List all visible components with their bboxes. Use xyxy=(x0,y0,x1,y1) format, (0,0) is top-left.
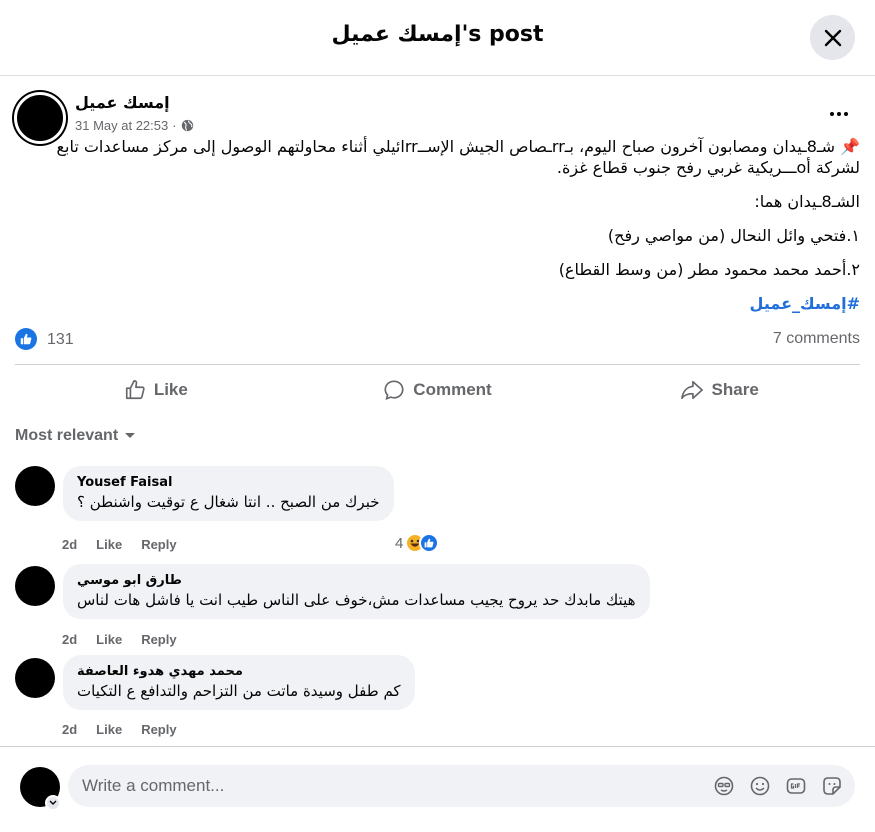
comment-reply-button[interactable]: Reply xyxy=(141,537,176,552)
sort-label: Most relevant xyxy=(15,427,119,444)
comment-reply-button[interactable]: Reply xyxy=(141,722,176,737)
comment-text: كم طفل وسيدة ماتت من التزاحم والتدافع ع … xyxy=(77,682,401,700)
comment-time[interactable]: 2d xyxy=(62,537,77,552)
dialog-header: إمسك عميل's post xyxy=(0,0,875,76)
post-meta: 31 May at 22:53 · xyxy=(75,118,194,133)
share-button-label: Share xyxy=(711,380,759,399)
comment-like-button[interactable]: Like xyxy=(96,632,122,647)
thumbs-up-icon xyxy=(20,333,32,345)
post-options-button[interactable] xyxy=(822,100,856,128)
more-dot xyxy=(830,112,834,116)
comment-icon xyxy=(384,380,404,401)
commenter-avatar[interactable] xyxy=(15,658,55,698)
comment-text: خبرك من الصبح .. انتا شغال ع توقيت واشنط… xyxy=(77,493,380,511)
comment-like-button[interactable]: Like xyxy=(96,722,122,737)
close-icon xyxy=(824,29,841,46)
comment-composer xyxy=(0,746,875,832)
post-paragraph: 📌 شـ8ـيدان ومصابون آخرون صباح اليوم، بـr… xyxy=(56,137,860,177)
post-paragraph: ٢.أحمد محمد محمود مطر (من وسط القطاع) xyxy=(558,260,860,279)
comment-input[interactable] xyxy=(68,765,688,807)
globe-icon xyxy=(181,119,193,132)
post-hashtag[interactable]: #إمسك_عميل xyxy=(30,293,860,314)
comment-button[interactable]: Comment xyxy=(297,372,579,408)
post-time[interactable]: 31 May at 22:53 xyxy=(75,118,168,133)
comment-bubble: طارق ابو موسي هيتك مابدك حد يروح يجيب مس… xyxy=(63,564,650,619)
like-reaction-icon xyxy=(419,533,440,553)
thumbs-up-icon xyxy=(125,380,145,400)
gif-icon[interactable] xyxy=(785,775,807,797)
comment-actions: 2d Like Reply xyxy=(62,722,177,737)
comment-reactions[interactable]: 4 xyxy=(395,533,440,553)
post-author[interactable]: إمسك عميل xyxy=(75,93,170,112)
meta-separator: · xyxy=(172,118,177,133)
reaction-count: 4 xyxy=(395,534,404,552)
chevron-down-icon[interactable] xyxy=(45,795,61,811)
post-body: 📌 شـ8ـيدان ومصابون آخرون صباح اليوم، بـr… xyxy=(30,136,860,314)
share-icon xyxy=(680,380,703,400)
post-stats: 131 7 comments xyxy=(15,328,860,352)
post-paragraph: الشـ8ـيدان هما: xyxy=(754,192,860,211)
comment-text: هيتك مابدك حد يروح يجيب مساعدات مش،خوف ع… xyxy=(77,591,636,609)
comment-actions: 2d Like Reply xyxy=(62,632,177,647)
like-button[interactable]: Like xyxy=(15,372,297,408)
like-count[interactable]: 131 xyxy=(47,331,74,349)
share-button[interactable]: Share xyxy=(578,372,860,408)
like-button-label: Like xyxy=(153,380,188,399)
composer-icons xyxy=(713,775,843,797)
comment-sort-dropdown[interactable]: Most relevant xyxy=(15,427,136,445)
more-dot xyxy=(837,112,841,116)
sticker-icon[interactable] xyxy=(821,775,843,797)
dialog-title: إمسك عميل's post xyxy=(331,22,544,47)
comment-bubble: Yousef Faisal خبرك من الصبح .. انتا شغال… xyxy=(63,466,394,521)
more-dot xyxy=(844,112,848,116)
commenter-name[interactable]: طارق ابو موسي xyxy=(77,573,636,588)
emoji-icon[interactable] xyxy=(749,775,771,797)
post-paragraph: ١.فتحي وائل النحال (من مواصي رفح) xyxy=(607,226,860,245)
commenter-avatar[interactable] xyxy=(15,466,55,506)
comment-actions: 2d Like Reply xyxy=(62,537,177,552)
commenter-name[interactable]: Yousef Faisal xyxy=(77,475,380,490)
comment-button-label: Comment xyxy=(413,380,492,399)
comment-count[interactable]: 7 comments xyxy=(773,330,860,348)
avatar-sticker-icon[interactable] xyxy=(713,775,735,797)
post-actions: Like Comment Share xyxy=(15,364,860,408)
comment-input-box xyxy=(68,765,855,807)
commenter-avatar[interactable] xyxy=(15,566,55,606)
commenter-name[interactable]: محمد مهدي هدوء العاصفة xyxy=(77,664,401,679)
caret-down-icon xyxy=(125,433,136,438)
comment-reply-button[interactable]: Reply xyxy=(141,632,176,647)
like-reaction-icon[interactable] xyxy=(15,328,37,350)
comment-like-button[interactable]: Like xyxy=(96,537,122,552)
comment-time[interactable]: 2d xyxy=(62,632,77,647)
close-button[interactable] xyxy=(810,15,855,60)
comment-bubble: محمد مهدي هدوء العاصفة كم طفل وسيدة ماتت… xyxy=(63,655,415,710)
comment-time[interactable]: 2d xyxy=(62,722,77,737)
